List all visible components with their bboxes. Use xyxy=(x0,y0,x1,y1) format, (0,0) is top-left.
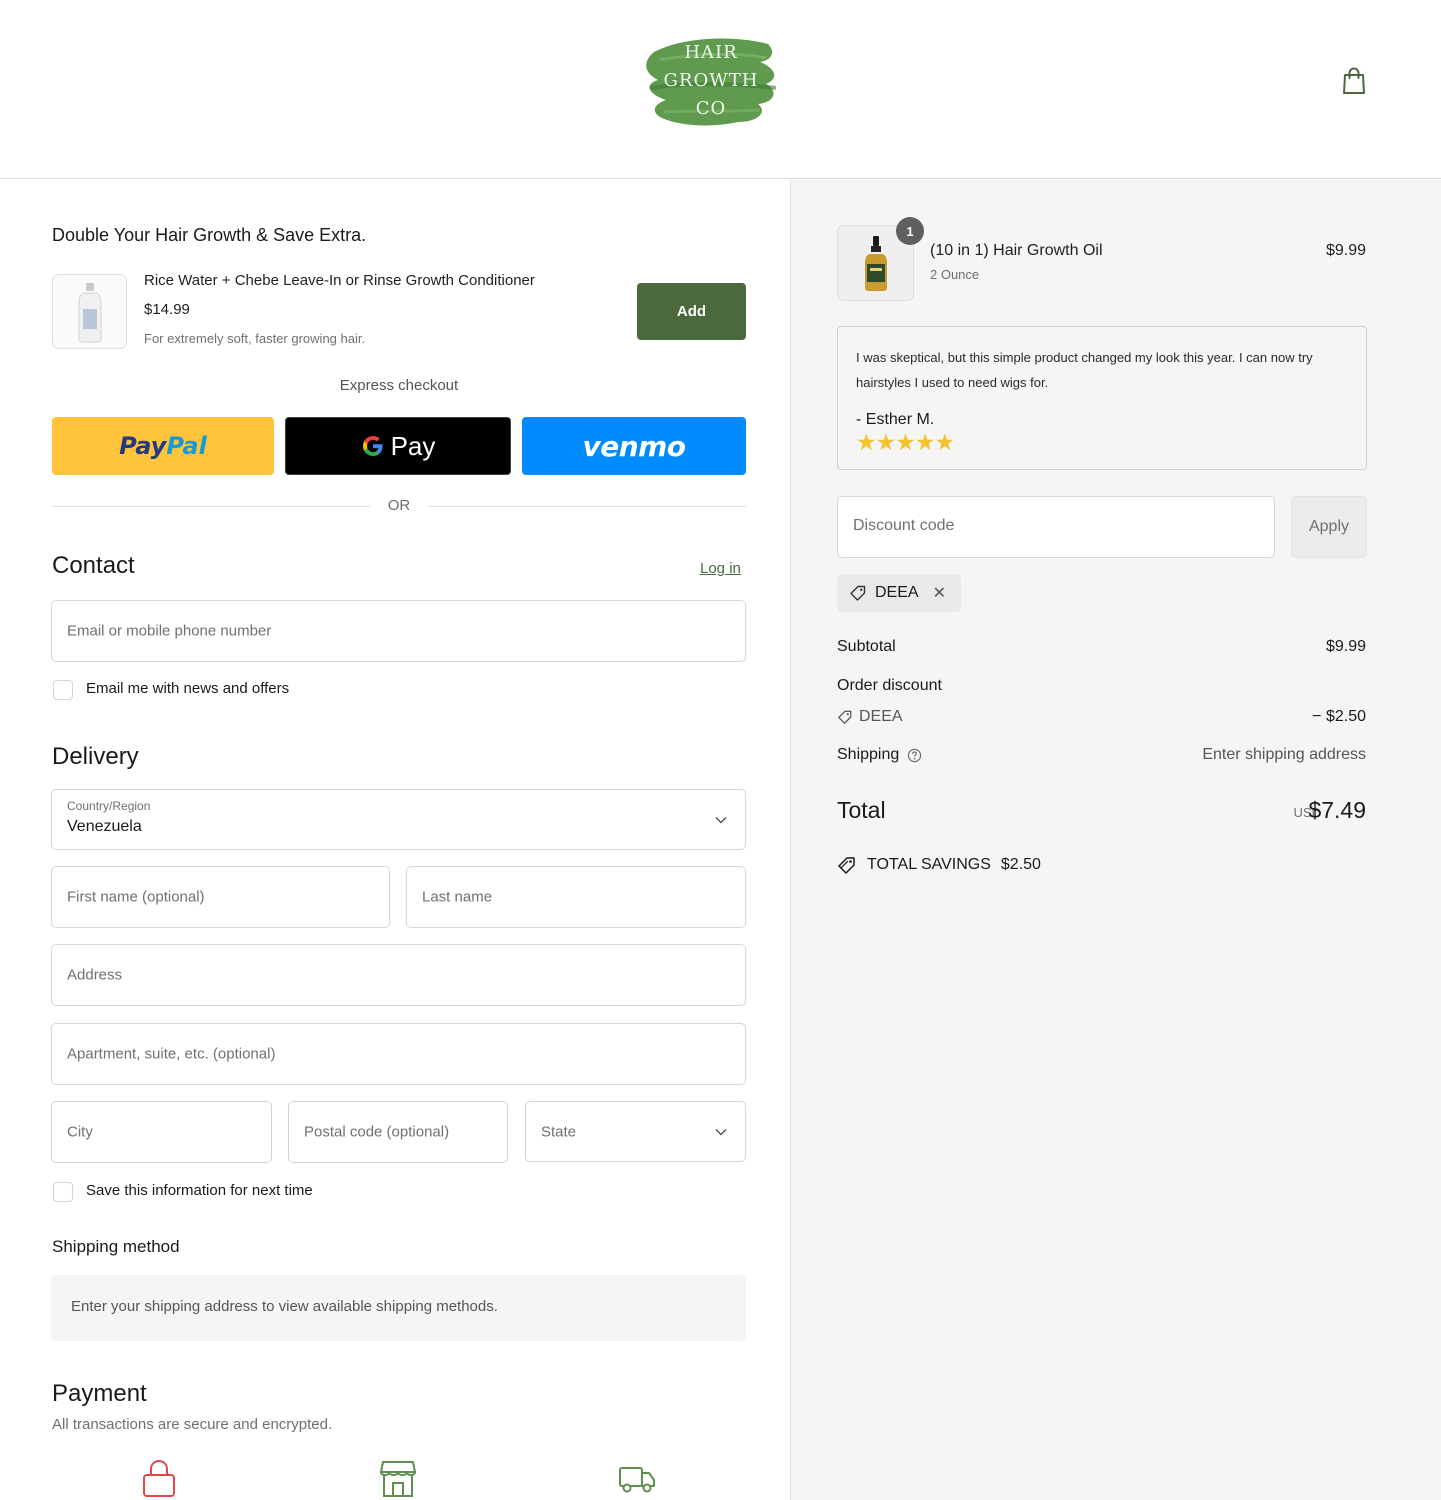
chevron-down-icon xyxy=(715,816,727,824)
shipping-method-notice-text: Enter your shipping address to view avai… xyxy=(71,1298,498,1315)
review-text: I was skeptical, but this simple product… xyxy=(856,350,1313,390)
order-discount-code: DEEA xyxy=(837,708,903,726)
lock-icon xyxy=(140,1458,178,1498)
country-label: Country/Region xyxy=(67,799,151,813)
discount-code-placeholder: Discount code xyxy=(853,517,955,534)
logo-line-2: GROWTH xyxy=(663,70,759,91)
state-select[interactable]: State xyxy=(525,1101,746,1162)
save-info-label: Save this information for next time xyxy=(86,1182,313,1199)
discount-code-input[interactable]: Discount code xyxy=(837,496,1275,558)
total-label: Total xyxy=(837,797,886,823)
store-icon xyxy=(379,1458,417,1498)
subtotal-label: Subtotal xyxy=(837,638,896,655)
order-summary: 1 (10 in 1) Hair Growth Oil 2 Ounce $9.9… xyxy=(791,180,1441,1500)
paypal-logo-part-1: Pay xyxy=(119,432,167,460)
state-placeholder: State xyxy=(541,1123,577,1140)
last-name-field[interactable]: Last name xyxy=(406,866,746,928)
google-pay-logo: Pay xyxy=(361,430,436,462)
order-item-price: $9.99 xyxy=(1325,242,1366,259)
first-name-field[interactable]: First name (optional) xyxy=(51,866,390,928)
order-item-name: (10 in 1) Hair Growth Oil xyxy=(930,242,1103,259)
apartment-field[interactable]: Apartment, suite, etc. (optional) xyxy=(51,1023,746,1085)
google-pay-button[interactable]: Pay xyxy=(285,417,511,475)
apartment-placeholder: Apartment, suite, etc. (optional) xyxy=(67,1045,276,1063)
postal-code-placeholder: Postal code (optional) xyxy=(304,1123,450,1141)
review-stars: ★★★★★ xyxy=(856,429,955,455)
payment-subtitle: All transactions are secure and encrypte… xyxy=(52,1416,333,1433)
payment-title: Payment xyxy=(52,1380,147,1407)
email-field[interactable]: Email or mobile phone number xyxy=(51,600,746,662)
total-value: $7.49 xyxy=(1308,797,1366,823)
quantity-badge: 1 xyxy=(896,217,924,245)
upsell-product-description: For extremely soft, faster growing hair. xyxy=(144,331,366,346)
shopping-bag-icon[interactable] xyxy=(1340,66,1368,96)
news-checkbox[interactable] xyxy=(53,680,73,700)
order-discount-label: Order discount xyxy=(837,677,942,694)
total-savings-value: $2.50 xyxy=(1000,856,1041,873)
postal-code-field[interactable]: Postal code (optional) xyxy=(288,1101,508,1163)
paypal-logo: PayPal xyxy=(119,432,207,460)
shipping-label: Shipping xyxy=(837,746,900,763)
shipping-method-title: Shipping method xyxy=(52,1237,180,1256)
savings-tag-icon xyxy=(838,857,855,874)
tag-icon xyxy=(850,585,866,601)
order-discount-value: − $2.50 xyxy=(1312,708,1366,725)
logo-text: HAIR GROWTH CO xyxy=(640,30,782,132)
city-placeholder: City xyxy=(67,1123,93,1141)
chevron-down-icon xyxy=(715,1128,727,1136)
paypal-button[interactable]: PayPal xyxy=(52,417,274,475)
subtotal-value: $9.99 xyxy=(1325,638,1366,655)
site-header: HAIR GROWTH CO xyxy=(0,0,1441,179)
checkout-main: Double Your Hair Growth & Save Extra. Ri… xyxy=(0,180,790,1500)
brand-logo[interactable]: HAIR GROWTH CO xyxy=(640,30,782,132)
country-select[interactable]: Country/Region Venezuela xyxy=(51,789,746,850)
review-card: I was skeptical, but this simple product… xyxy=(837,326,1367,470)
delivery-title: Delivery xyxy=(52,743,139,770)
upsell-product-image xyxy=(52,274,127,349)
address-field[interactable]: Address xyxy=(51,944,746,1006)
venmo-button[interactable]: venmo xyxy=(522,417,746,475)
tag-icon xyxy=(838,710,852,724)
total-savings-label: TOTAL SAVINGS xyxy=(867,856,991,873)
google-pay-label: Pay xyxy=(390,430,436,461)
last-name-placeholder: Last name xyxy=(422,888,493,906)
email-placeholder: Email or mobile phone number xyxy=(67,622,272,640)
applied-discount-code: DEEA xyxy=(875,584,919,601)
remove-discount-icon[interactable]: ✕ xyxy=(933,583,946,603)
order-discount-code-text: DEEA xyxy=(859,708,903,725)
address-placeholder: Address xyxy=(67,966,123,984)
login-link[interactable]: Log in xyxy=(700,560,741,577)
upsell-product-name: Rice Water + Chebe Leave-In or Rinse Gro… xyxy=(144,272,535,289)
order-item-variant: 2 Ounce xyxy=(930,267,980,282)
total-savings: TOTAL SAVINGS $2.50 xyxy=(837,855,1041,875)
upsell-add-button[interactable]: Add xyxy=(637,283,746,340)
paypal-logo-part-2: Pal xyxy=(166,432,207,460)
google-g-icon xyxy=(362,436,383,456)
country-value: Venezuela xyxy=(67,818,142,835)
upsell-product-price: $14.99 xyxy=(144,301,190,318)
venmo-logo: venmo xyxy=(582,429,686,463)
city-field[interactable]: City xyxy=(51,1101,272,1163)
logo-line-1: HAIR xyxy=(684,42,738,63)
shipping-method-notice: Enter your shipping address to view avai… xyxy=(51,1275,746,1341)
save-info-checkbox[interactable] xyxy=(53,1182,73,1202)
delivery-truck-icon xyxy=(618,1458,656,1498)
contact-title: Contact xyxy=(52,552,135,579)
shipping-label-row: Shipping xyxy=(837,746,922,764)
applied-discount-chip: DEEA ✕ xyxy=(837,574,961,612)
help-circle-icon[interactable] xyxy=(907,748,922,763)
shipping-value: Enter shipping address xyxy=(1202,746,1366,763)
review-author: - Esther M. xyxy=(856,411,935,428)
apply-discount-button[interactable]: Apply xyxy=(1291,496,1367,558)
or-separator: OR xyxy=(52,496,746,516)
express-checkout-label: Express checkout xyxy=(339,377,459,394)
upsell-title: Double Your Hair Growth & Save Extra. xyxy=(52,225,367,245)
first-name-placeholder: First name (optional) xyxy=(67,888,205,906)
or-label: OR xyxy=(387,497,411,514)
news-checkbox-label: Email me with news and offers xyxy=(86,680,290,697)
logo-line-3: CO xyxy=(695,98,727,119)
